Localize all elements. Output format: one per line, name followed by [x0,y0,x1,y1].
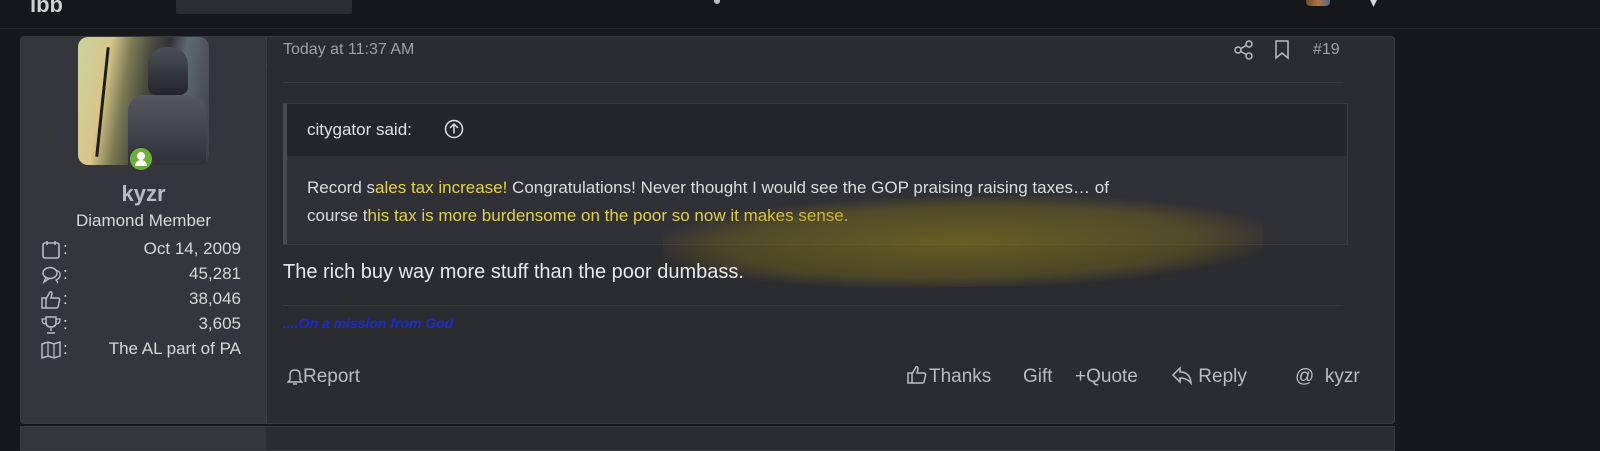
mention-button[interactable]: @ kyzr [1295,364,1360,390]
map-icon [41,340,61,360]
messages-icon [42,266,61,284]
nav-indicator [714,0,720,4]
stat-reactions: : 38,046 [41,289,241,313]
highlighted-text: ales tax increase! [375,178,508,197]
quote-button[interactable]: +Quote [1075,364,1138,390]
quote-block: citygator said: Record sales tax increas… [283,103,1348,245]
at-icon: @ [1295,366,1315,387]
next-post [20,426,1395,451]
arrow-up-circle-icon[interactable] [443,118,465,140]
reply-icon [1171,366,1192,386]
thanks-button[interactable]: Thanks [907,364,991,390]
user-title: Diamond Member [75,211,212,230]
quote-author[interactable]: citygator said: [307,120,412,140]
thumbs-up-icon [907,366,927,384]
stat-reactions-value: 38,046 [189,289,241,308]
report-button[interactable]: Report [286,364,360,390]
stat-trophies-value: 3,605 [198,314,241,333]
stat-location-value: The AL part of PA [108,339,241,358]
avatar-helmet-graphic [148,47,188,95]
online-status-icon [128,146,154,172]
trophy-icon [41,316,61,334]
post-date[interactable]: Today at 11:37 AM [283,41,414,59]
stat-joined-value: Oct 14, 2009 [143,239,241,258]
bookmark-icon[interactable] [1273,39,1291,61]
stat-messages: : 45,281 [41,264,241,288]
share-icon[interactable] [1233,39,1255,61]
search-input[interactable] [176,0,352,14]
username[interactable]: kyzr [21,181,266,207]
post-content: Today at 11:37 AM #19 citygator said: Re… [283,37,1383,423]
stat-trophies: : 3,605 [41,314,241,338]
signature-divider [283,305,1343,306]
top-navigation-bar: lbb ▾ [0,0,1600,29]
reply-button[interactable]: Reply [1171,364,1247,390]
post-message: The rich buy way more stuff than the poo… [283,261,744,283]
stat-location: : The AL part of PA [41,339,241,363]
plus-icon: + [1075,366,1087,387]
alerts-icon[interactable]: ▾ [1370,0,1377,11]
bell-icon [286,369,304,385]
user-panel: kyzr Diamond Member : Oct 14, 2009 : 45,… [21,37,280,423]
header-divider [283,82,1343,83]
stat-messages-value: 45,281 [189,264,241,283]
highlighted-text: his tax is more burdensome on the poor s… [367,206,849,225]
next-post-user-panel [21,427,266,450]
post-number-link[interactable]: #19 [1313,41,1340,59]
account-avatar[interactable] [1306,0,1330,6]
quote-text: Record sales tax increase! Congratulatio… [307,178,1109,225]
gift-button[interactable]: Gift [1023,364,1053,390]
stat-joined: : Oct 14, 2009 [41,239,241,263]
site-logo[interactable]: lbb [30,0,63,18]
forum-post: kyzr Diamond Member : Oct 14, 2009 : 45,… [20,36,1395,424]
quote-header: citygator said: [287,104,1347,156]
calendar-icon [42,241,60,259]
avatar-sword-graphic [95,47,110,157]
thumbs-up-icon [41,291,61,309]
signature: ....On a mission from God [283,315,454,331]
